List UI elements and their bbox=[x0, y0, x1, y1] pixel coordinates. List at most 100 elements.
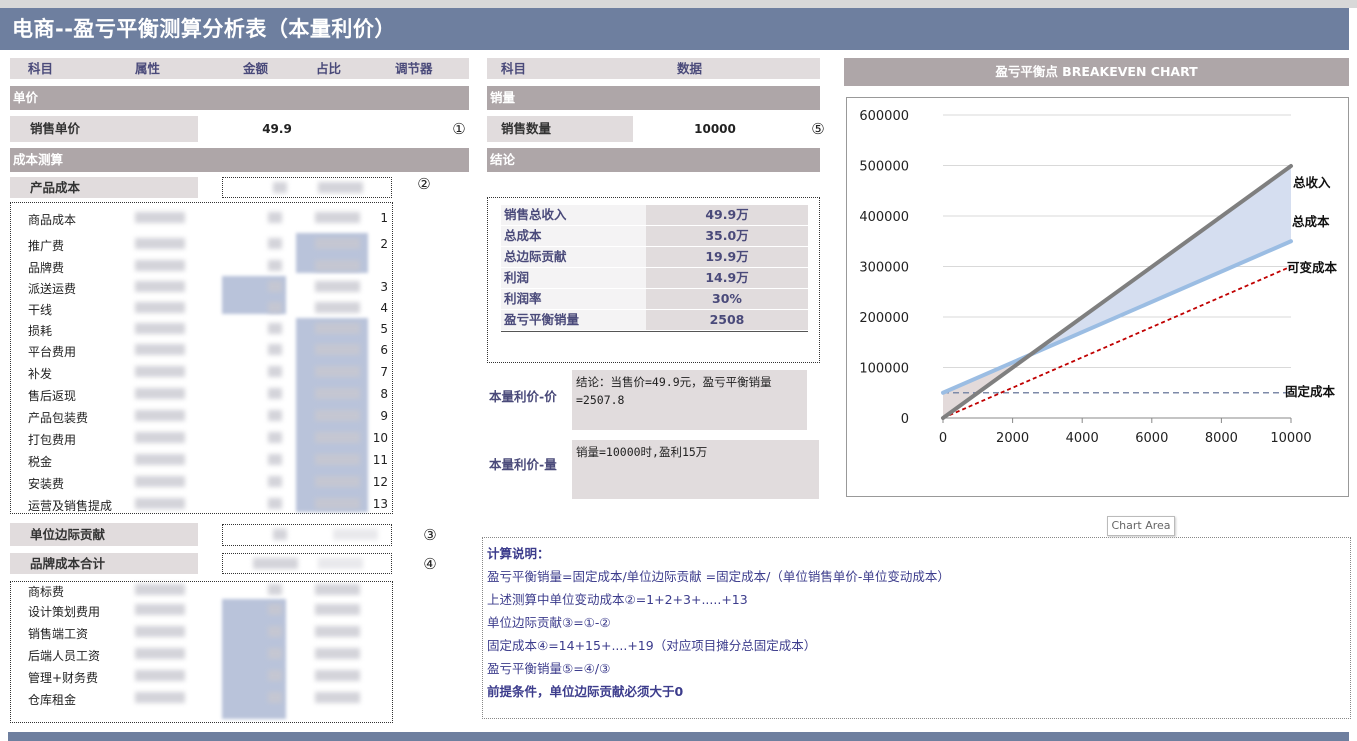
cost-item-name: 安装费 bbox=[28, 477, 65, 491]
calc-note-line: 盈亏平衡销量⑤=④/③ bbox=[487, 661, 611, 676]
conclusion-key: 销售总收入 bbox=[501, 205, 646, 225]
page-title: 电商--盈亏平衡测算分析表（本量利价） bbox=[0, 8, 1349, 50]
cost-item-index: 4 bbox=[380, 301, 388, 315]
cost-item-index: 13 bbox=[372, 497, 388, 511]
fixed-item-name: 销售端工资 bbox=[28, 627, 89, 641]
cost-item-name: 商品成本 bbox=[28, 213, 77, 227]
cvp-volume-note: 销量=10000时,盈利15万 bbox=[572, 440, 819, 499]
x-tick-label: 6000 bbox=[1135, 431, 1168, 446]
x-tick-label: 2000 bbox=[996, 431, 1029, 446]
conclusion-row: 总边际贡献 19.9万 bbox=[501, 247, 808, 269]
table-row: 干线 4 bbox=[10, 298, 390, 320]
x-tick-label: 10000 bbox=[1270, 431, 1311, 446]
cost-item-index: 1 bbox=[380, 211, 388, 225]
table-row: 商标费 bbox=[10, 580, 390, 602]
cvp-price-label: 本量利价-价 bbox=[489, 389, 557, 404]
cost-item-name: 运营及销售提成 bbox=[28, 499, 113, 513]
cvp-price-line2: =2507.8 bbox=[576, 393, 625, 407]
conclusion-key: 利润 bbox=[501, 268, 646, 288]
chart-title: 盈亏平衡点 BREAKEVEN CHART bbox=[844, 58, 1349, 86]
y-tick-label: 0 bbox=[901, 412, 909, 427]
cost-item-name: 干线 bbox=[28, 303, 53, 317]
conclusion-value: 14.9万 bbox=[646, 268, 808, 288]
calc-note-line: 固定成本④=14+15+....+19（对应项目摊分总固定成本） bbox=[487, 638, 817, 653]
bottom-bar bbox=[8, 732, 1349, 741]
series-label: 可变成本 bbox=[1287, 260, 1338, 275]
y-tick-label: 300000 bbox=[859, 261, 909, 276]
conclusion-value: 35.0万 bbox=[646, 226, 808, 246]
table-row: 售后返现 8 bbox=[10, 384, 390, 406]
table-row: 商品成本 1 bbox=[10, 208, 390, 230]
fixed-item-name: 仓库租金 bbox=[28, 693, 77, 707]
sale-volume-value[interactable]: 10000 bbox=[660, 122, 770, 136]
cost-item-index: 6 bbox=[380, 343, 388, 357]
section-unit-price: 单价 bbox=[10, 86, 469, 110]
table-row: 仓库租金 bbox=[10, 688, 390, 710]
table-row: 推广费 2 bbox=[10, 234, 390, 256]
table-row: 派送运费 3 bbox=[10, 277, 390, 299]
cost-item-name: 打包费用 bbox=[28, 433, 77, 447]
header-subject: 科目 bbox=[28, 61, 54, 76]
cost-item-name: 税金 bbox=[28, 455, 53, 469]
breakeven-chart: 0 100000 200000 300000 400000 500000 600000 0 20… bbox=[859, 109, 1338, 446]
marker-1: ① bbox=[452, 120, 466, 138]
marker-4: ④ bbox=[423, 555, 437, 573]
cost-item-index: 2 bbox=[380, 237, 388, 251]
cost-item-index: 8 bbox=[380, 387, 388, 401]
table-row: 打包费用 10 bbox=[10, 428, 390, 450]
x-tick-label: 0 bbox=[939, 431, 947, 446]
marker-2: ② bbox=[417, 175, 431, 193]
sale-price-value[interactable]: 49.9 bbox=[225, 122, 329, 136]
fixed-item-name: 设计策划费用 bbox=[28, 605, 101, 619]
fixed-item-name: 后端人员工资 bbox=[28, 649, 101, 663]
header-subject-2: 科目 bbox=[501, 61, 527, 76]
calculation-notes: 计算说明： 盈亏平衡销量=固定成本/单位边际贡献 =固定成本/（单位销售单价-单… bbox=[482, 537, 1351, 719]
table-row: 损耗 5 bbox=[10, 319, 390, 341]
cost-item-name: 推广费 bbox=[28, 239, 65, 253]
calc-note-line: 上述测算中单位变动成本②=1+2+3+.....+13 bbox=[487, 592, 748, 607]
product-cost-label: 产品成本 bbox=[10, 177, 198, 198]
unit-margin-value-box bbox=[222, 524, 392, 546]
conclusion-row: 总成本 35.0万 bbox=[501, 226, 808, 248]
cost-item-index: 11 bbox=[372, 453, 388, 467]
cost-item-name: 平台费用 bbox=[28, 345, 77, 359]
product-cost-value-box bbox=[222, 177, 392, 198]
calc-note-title: 计算说明： bbox=[487, 546, 550, 561]
unit-margin-label: 单位边际贡献 bbox=[10, 523, 198, 546]
fixed-item-name: 管理+财务费 bbox=[28, 671, 99, 685]
chart-area[interactable]: 0 100000 200000 300000 400000 500000 600000 0 20… bbox=[846, 97, 1349, 497]
cost-item-index: 12 bbox=[372, 475, 388, 489]
cost-item-index: 5 bbox=[380, 322, 388, 336]
series-label: 总收入 bbox=[1293, 175, 1331, 190]
section-cost: 成本测算 bbox=[10, 148, 469, 172]
cost-item-index: 7 bbox=[380, 365, 388, 379]
cvp-price-line1: 结论：当售价=49.9元，盈亏平衡销量 bbox=[576, 375, 772, 389]
top-strip bbox=[0, 0, 1357, 8]
marker-3: ③ bbox=[423, 526, 437, 544]
header-amount: 金额 bbox=[243, 61, 269, 76]
sale-volume-label: 销售数量 bbox=[487, 116, 633, 142]
header-attribute: 属性 bbox=[135, 61, 161, 76]
header-ratio: 占比 bbox=[316, 61, 342, 76]
cvp-price-note: 结论：当售价=49.9元，盈亏平衡销量 =2507.8 bbox=[572, 370, 807, 430]
brand-total-label: 品牌成本合计 bbox=[10, 553, 198, 574]
calc-note-line: 单位边际贡献③=①-② bbox=[487, 615, 611, 630]
x-tick-label: 4000 bbox=[1066, 431, 1099, 446]
conclusion-key: 利润率 bbox=[501, 289, 646, 309]
conclusion-value: 30% bbox=[646, 289, 808, 309]
y-tick-label: 600000 bbox=[859, 109, 909, 124]
table-row: 补发 7 bbox=[10, 362, 390, 384]
table-row: 品牌费 bbox=[10, 256, 390, 278]
fixed-item-name: 商标费 bbox=[28, 585, 65, 599]
cost-item-index: 9 bbox=[380, 409, 388, 423]
section-conclusion: 结论 bbox=[487, 148, 820, 172]
table-row: 产品包装费 9 bbox=[10, 406, 390, 428]
conclusion-table: 销售总收入 49.9万 总成本 35.0万 总边际贡献 19.9万 利润 14.9万 利润率 30… bbox=[487, 197, 820, 363]
table-row: 销售端工资 bbox=[10, 622, 390, 644]
table-row: 税金 11 bbox=[10, 450, 390, 472]
cost-item-name: 产品包装费 bbox=[28, 411, 89, 425]
table-row: 运营及销售提成 13 bbox=[10, 494, 390, 516]
calc-note-line: 前提条件，单位边际贡献必须大于0 bbox=[487, 684, 684, 699]
conclusion-row: 利润率 30% bbox=[501, 289, 808, 311]
left-header-row: 科目 属性 金额 占比 调节器 bbox=[10, 58, 469, 79]
